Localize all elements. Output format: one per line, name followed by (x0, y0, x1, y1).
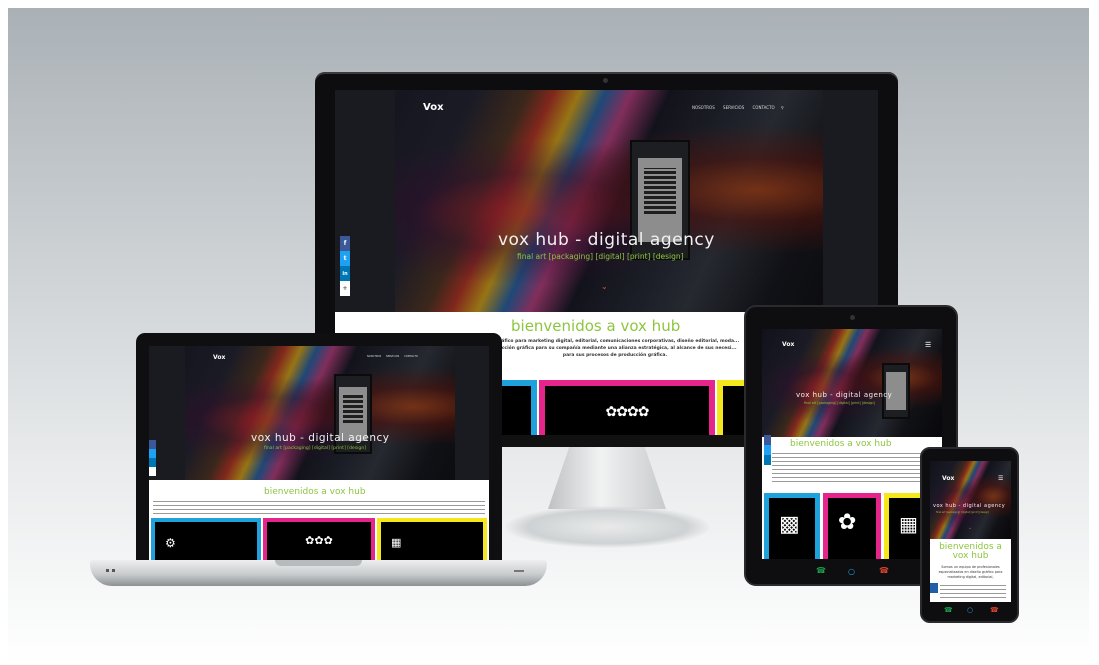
tablet-hero-title: vox hub - digital agency (796, 391, 893, 399)
tablet-welcome-text (772, 453, 932, 485)
laptop-screen: Vox NOSOTROS SERVICIOS CONTACTO vox hub … (149, 346, 489, 561)
service-tile-magenta[interactable]: ✿✿✿✿ (539, 380, 715, 435)
twitter-icon[interactable]: t (340, 251, 350, 266)
tablet-screen: Vox ☰ vox hub - digital agency final art… (762, 329, 942, 559)
social-bar: f t in + (340, 236, 350, 296)
chevron-down-icon[interactable]: ⌄ (601, 282, 608, 291)
tablet-linkedin-icon[interactable] (764, 455, 771, 465)
phone-menu-icon[interactable]: ☰ (998, 475, 1003, 482)
laptop-brand-logo[interactable]: Vox (213, 354, 225, 361)
printer-icon: ▩ (779, 512, 800, 537)
phone-hero-title: vox hub - digital agency (933, 503, 1006, 509)
laptop-twitter-icon[interactable] (149, 449, 156, 458)
phone-hero-subtitle: final art [packaging] [digital] [print] … (936, 511, 990, 514)
desktop-nav: NOSOTROS SERVICIOS CONTACTO ⚲ (692, 105, 784, 110)
camera-dot (603, 78, 608, 83)
search-icon[interactable]: ⚲ (781, 105, 784, 110)
phone-call-icon: ☎ (944, 606, 953, 614)
laptop-tile-magenta[interactable]: ✿✿✿ (263, 518, 375, 561)
phone-home-button: ○ (967, 606, 974, 614)
desktop-hero: Vox NOSOTROS SERVICIOS CONTACTO ⚲ vox hu… (335, 90, 878, 312)
circuit-chip-icon: ✿✿✿ (305, 534, 333, 547)
robot-hands-icon: ⚙ (165, 536, 176, 550)
tablet-welcome-title: bienvenidos a vox hub (790, 439, 892, 449)
home-button: ○ (848, 567, 855, 576)
phone-brand-logo[interactable]: Vox (942, 475, 954, 482)
phone-welcome-text: Somos un equipo de profesionales especia… (938, 565, 1003, 579)
phone-end-call-icon: ☎ (990, 606, 999, 614)
tablet-hero-subtitle: final art [packaging] [digital] [print] … (804, 401, 875, 405)
linkedin-icon[interactable]: in (340, 266, 350, 281)
laptop-indicator-lights (106, 569, 116, 572)
laptop-nav: NOSOTROS SERVICIOS CONTACTO (367, 355, 418, 358)
phone-welcome-title: bienvenidos a vox hub (939, 542, 1002, 561)
hero-title: vox hub - digital agency (498, 230, 715, 250)
laptop-base (90, 560, 547, 586)
phone-screen: Vox ☰ vox hub - digital agency final art… (930, 461, 1011, 602)
tablet-tile-cyan[interactable]: ▩ (764, 493, 820, 559)
plus-icon[interactable]: + (340, 281, 350, 296)
laptop-hero-subtitle: final art [packaging] [digital] [print] … (264, 446, 367, 451)
printer-icon: ▦ (899, 512, 918, 536)
nav-link-contacto[interactable]: CONTACTO (753, 105, 775, 110)
laptop-tile-cyan[interactable]: ⚙ (151, 518, 261, 561)
end-call-icon: ☎ (879, 566, 889, 575)
call-icon: ☎ (816, 566, 826, 575)
welcome-text: ...gráfico para marketing digital, edito… (490, 339, 740, 358)
facebook-icon[interactable]: f (340, 236, 350, 251)
tablet-facebook-icon[interactable] (764, 435, 771, 445)
tablet-tile-magenta[interactable]: ✿ (823, 493, 881, 559)
menu-icon[interactable]: ☰ (925, 341, 931, 349)
laptop-welcome-title: bienvenidos a vox hub (264, 487, 366, 497)
brand-logo[interactable]: Vox (423, 102, 444, 113)
nav-link-nosotros[interactable]: NOSOTROS (692, 105, 715, 110)
hero-subtitle: final art [packaging] [digital] [print] … (517, 252, 684, 261)
circuit-chip-icon: ✿✿✿✿ (605, 404, 650, 420)
laptop: Vox NOSOTROS SERVICIOS CONTACTO vox hub … (136, 333, 502, 565)
welcome-title: bienvenidos a vox hub (511, 317, 681, 335)
nav-link-servicios[interactable]: SERVICIOS (723, 105, 744, 110)
laptop-facebook-icon[interactable] (149, 440, 156, 449)
laptop-tile-yellow[interactable]: ▦ (377, 518, 487, 561)
printer-icon: ▦ (391, 536, 402, 549)
tablet-brand-logo[interactable]: Vox (782, 341, 794, 348)
laptop-linkedin-icon[interactable] (149, 458, 156, 467)
circuit-chip-icon: ✿ (838, 510, 857, 535)
tablet-twitter-icon[interactable] (764, 445, 771, 455)
laptop-plus-icon[interactable] (149, 467, 156, 476)
phone: Vox ☰ vox hub - digital agency final art… (920, 447, 1019, 623)
laptop-hero-title: vox hub - digital agency (251, 432, 390, 444)
monitor-stand (548, 447, 666, 509)
laptop-welcome-text (153, 501, 485, 517)
